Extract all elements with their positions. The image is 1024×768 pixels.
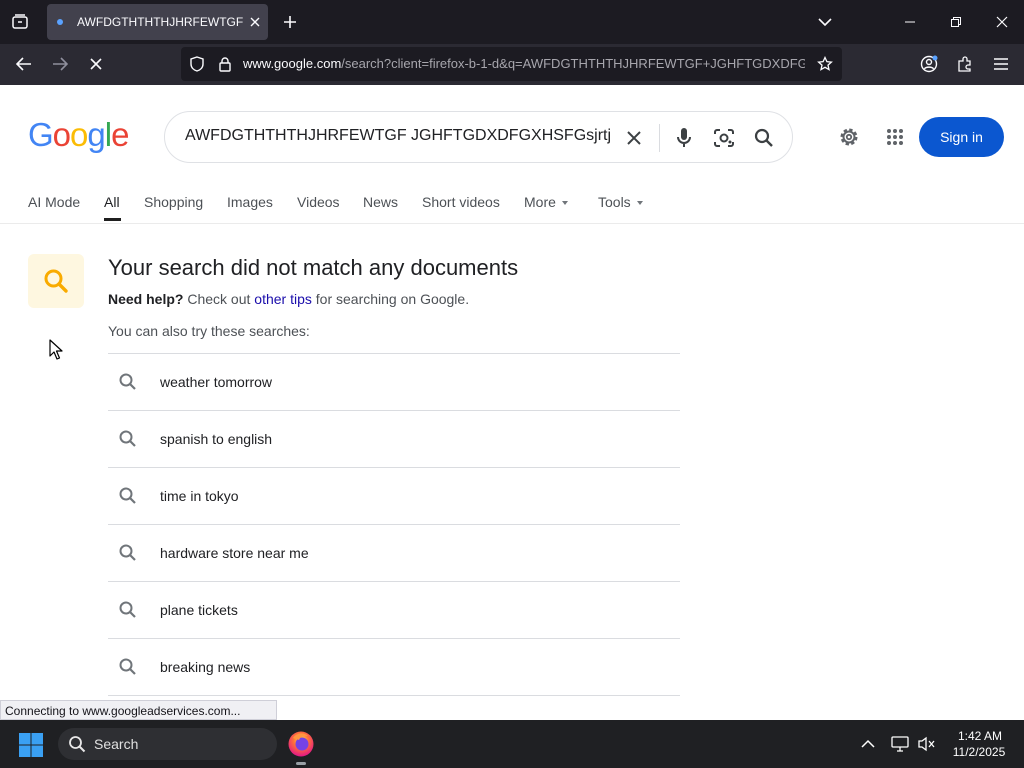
suggestion-text: time in tokyo [160,488,239,504]
no-results-title: Your search did not match any documents [108,255,519,280]
tab-loading-icon [57,19,63,25]
firefox-icon[interactable] [287,730,315,758]
other-tips-link[interactable]: other tips [254,291,312,307]
tab-more[interactable]: More [524,194,568,210]
suggestion-text: plane tickets [160,602,238,618]
tools-button[interactable]: Tools [598,194,643,210]
search-icon [69,736,86,753]
forward-arrow-icon[interactable] [44,48,76,80]
help-bold: Need help? [108,291,184,307]
tabs-divider [0,223,1024,224]
window-restore-icon[interactable] [934,0,978,44]
browser-status-text: Connecting to www.googleadservices.com..… [0,700,277,720]
search-icon [119,373,136,390]
browser-tab-active[interactable]: AWFDGTHTHTHJHRFEWTGF JGHFTGDXDFGXHSFGsjr… [47,4,268,40]
suggestion-item[interactable]: breaking news [108,639,680,695]
google-logo[interactable]: Google [28,116,129,154]
help-post: for searching on Google. [315,291,470,307]
tab-news[interactable]: News [363,194,398,210]
window-close-icon[interactable] [980,0,1024,44]
search-icon [119,544,136,561]
suggestion-divider [108,695,680,696]
taskbar-search-label: Search [94,736,139,752]
running-app-indicator [296,762,306,765]
suggestion-item[interactable]: hardware store near me [108,525,680,581]
search-icon [119,601,136,618]
new-tab-plus-icon[interactable] [276,8,304,36]
help-pre: Check out [187,291,251,307]
logo-letter: e [111,116,129,153]
magnifier-icon [28,254,84,308]
tab-close-icon[interactable] [245,12,265,32]
microphone-icon[interactable] [670,124,698,152]
also-try-label: You can also try these searches: [108,323,310,339]
account-icon[interactable] [914,48,944,80]
suggestion-text: hardware store near me [160,545,309,561]
tools-label: Tools [598,194,631,210]
tab-more-label: More [524,194,556,210]
tab-list-icon[interactable] [4,6,36,38]
suggestion-text: breaking news [160,659,251,675]
suggestion-item[interactable]: plane tickets [108,582,680,638]
clock-date[interactable]: 11/2/2025 [946,745,1012,759]
apps-grid-icon[interactable] [880,122,910,152]
network-icon[interactable] [890,734,910,754]
search-box-divider [659,124,660,152]
taskbar: Search 1:42 AM 11/2/2025 [0,720,1024,768]
search-icon [119,430,136,447]
caret-down-icon [561,201,568,206]
tab-all[interactable]: All [104,194,120,210]
caret-down-icon [636,201,643,206]
tab-shopping[interactable]: Shopping [144,194,203,210]
suggestion-text: weather tomorrow [160,374,273,390]
extensions-icon[interactable] [950,48,980,80]
url-host: www.google.com [243,56,342,71]
hamburger-menu-icon[interactable] [986,48,1016,80]
logo-letter: G [28,116,54,153]
active-tab-indicator [104,218,121,221]
sign-in-button[interactable]: Sign in [919,117,1004,157]
url-text[interactable]: www.google.com/search?client=firefox-b-1… [243,56,805,71]
settings-gear-icon[interactable] [834,122,864,152]
volume-muted-icon[interactable] [917,734,937,754]
url-path: /search?client=firefox-b-1-d&q=AWFDGTHTH… [341,56,805,71]
tab-short-videos[interactable]: Short videos [422,194,500,210]
tab-videos[interactable]: Videos [297,194,340,210]
windows-start-icon[interactable] [18,732,44,758]
search-input[interactable]: AWFDGTHTHTHJHRFEWTGF JGHFTGDXDFGXHSFGsjr… [185,127,613,145]
suggestion-text: spanish to english [160,431,273,447]
shield-icon[interactable] [187,54,207,74]
mouse-cursor-icon [49,339,63,360]
search-icon[interactable] [750,124,778,152]
stop-loading-icon[interactable] [80,48,112,80]
clock-time[interactable]: 1:42 AM [950,729,1010,743]
window-minimize-icon[interactable] [888,0,932,44]
bookmark-star-icon[interactable] [815,54,835,74]
clear-icon[interactable] [621,125,647,151]
browser-tab-strip: AWFDGTHTHTHJHRFEWTGF JGHFTGDXDFGXHSFGsjr… [0,0,1024,44]
logo-letter: o [52,116,71,153]
logo-letter: o [70,116,88,153]
lock-icon[interactable] [215,54,235,74]
tab-title: AWFDGTHTHTHJHRFEWTGF JGHFTGDXDFGXHSFGsjr… [77,15,243,29]
tray-chevron-up-icon[interactable] [858,734,878,754]
search-box[interactable]: AWFDGTHTHTHJHRFEWTGF JGHFTGDXDFGXHSFGsjr… [164,111,793,163]
tab-images[interactable]: Images [227,194,273,210]
search-icon [119,487,136,504]
help-text: Need help? Check out other tips for sear… [108,291,469,307]
url-bar[interactable]: www.google.com/search?client=firefox-b-1… [181,47,842,81]
back-arrow-icon[interactable] [8,48,40,80]
browser-toolbar: www.google.com/search?client=firefox-b-1… [0,44,1024,85]
search-icon [119,658,136,675]
chevron-down-icon[interactable] [810,8,840,36]
suggestion-item[interactable]: time in tokyo [108,468,680,524]
suggestion-item[interactable]: weather tomorrow [108,354,680,410]
logo-letter: g [87,116,105,153]
suggestion-item[interactable]: spanish to english [108,411,680,467]
taskbar-search-box[interactable]: Search [58,728,277,760]
lens-camera-icon[interactable] [710,124,738,152]
tab-ai-mode[interactable]: AI Mode [28,194,80,210]
